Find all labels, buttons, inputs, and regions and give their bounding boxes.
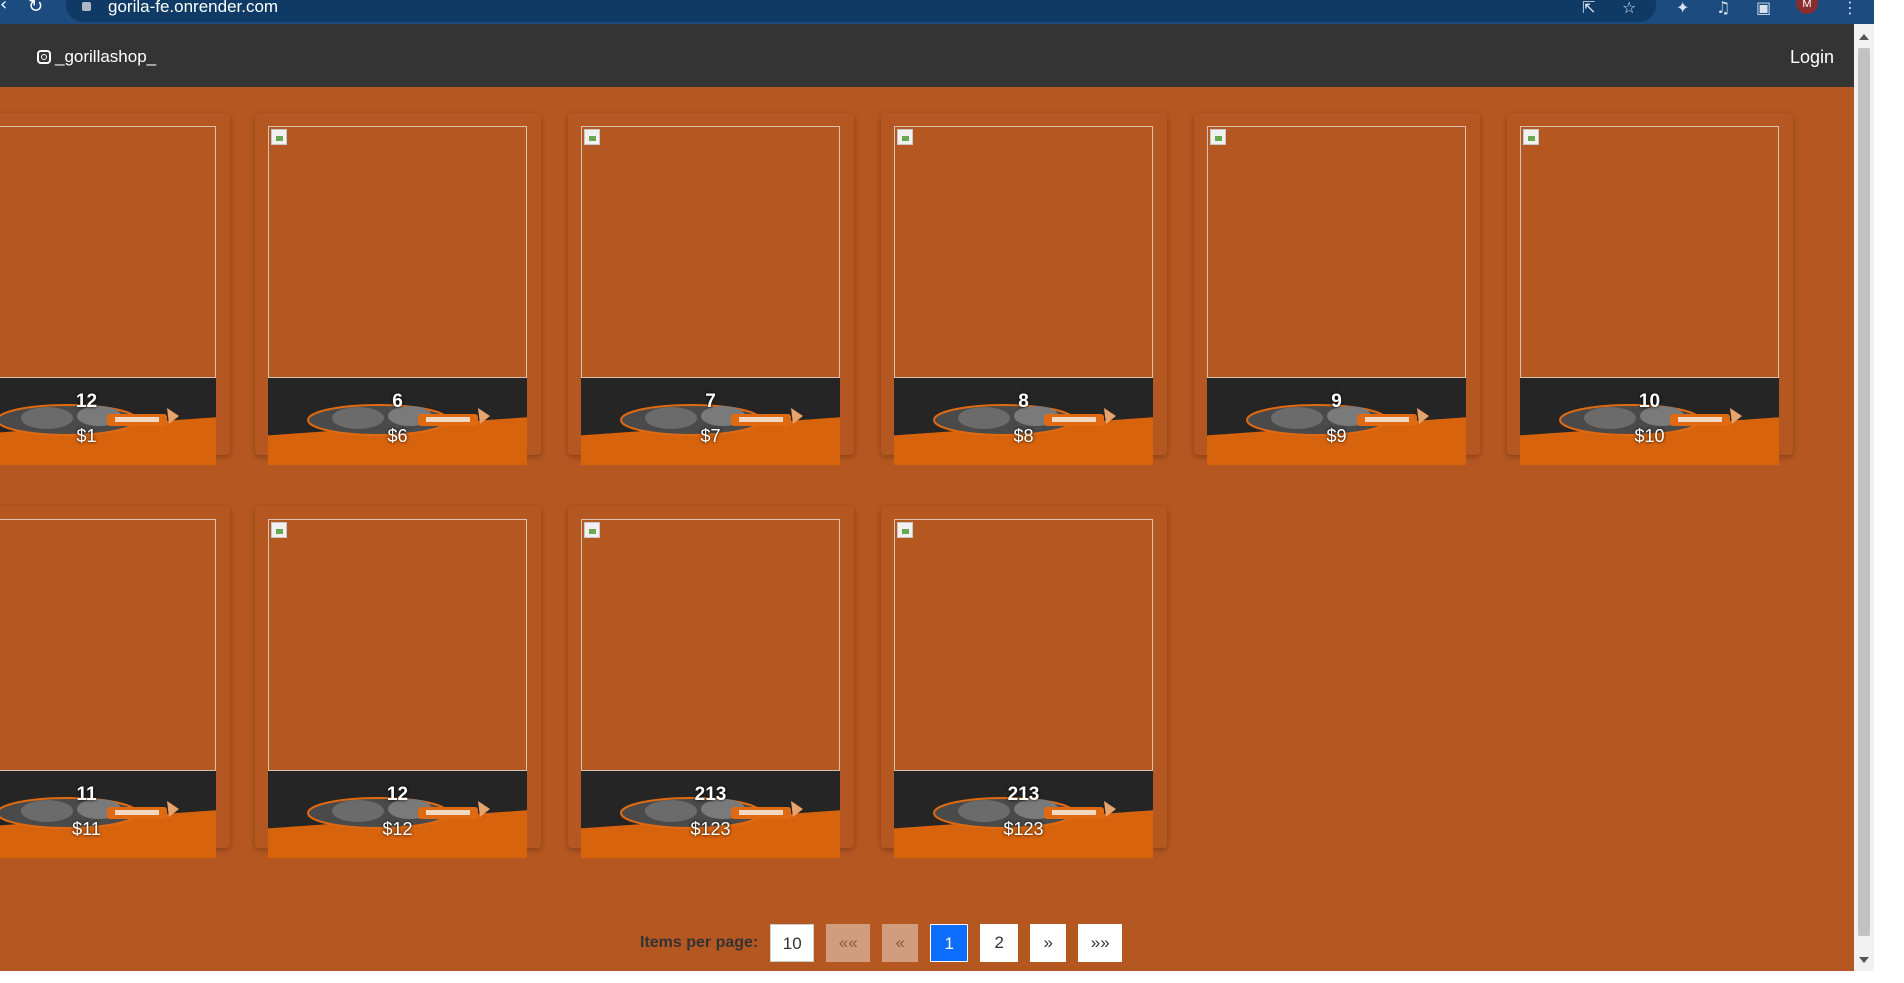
product-name: 6 — [392, 391, 403, 412]
product-price: $9 — [1326, 426, 1347, 446]
url-text: gorila-fe.onrender.com — [108, 0, 279, 16]
first-page-button[interactable]: «« — [826, 924, 871, 962]
instagram-icon — [37, 50, 51, 64]
product-card[interactable]: 12 $12 — [255, 506, 541, 858]
items-per-page-select[interactable]: 10 — [770, 924, 815, 962]
product-name: 213 — [1007, 784, 1040, 805]
pagination: Items per page: 10 «« « 1 2 » »» — [640, 923, 1134, 963]
product-price: $123 — [690, 819, 731, 839]
product-image[interactable] — [1520, 126, 1779, 378]
prev-page-button[interactable]: « — [882, 924, 919, 962]
address-bar[interactable]: gorila-fe.onrender.com — [66, 0, 1656, 22]
product-card[interactable]: 12 $1 — [0, 113, 230, 465]
site-info-icon[interactable] — [82, 2, 91, 11]
product-price: $11 — [72, 819, 101, 839]
login-link[interactable]: Login — [1790, 47, 1834, 68]
next-page-button[interactable]: » — [1030, 924, 1067, 962]
share-icon[interactable]: ⇱ — [1582, 0, 1595, 17]
broken-image-icon — [897, 129, 913, 145]
profile-avatar[interactable]: M — [1796, 0, 1818, 14]
product-price: $7 — [700, 426, 721, 446]
broken-image-icon — [584, 522, 600, 538]
broken-image-icon — [584, 129, 600, 145]
page-scrollbar[interactable] — [1854, 24, 1874, 971]
product-price: $123 — [1003, 819, 1044, 839]
product-image[interactable] — [268, 519, 527, 771]
page-viewport: _gorillashop_ Login 12 $1 6 $6 7 $7 8 $8 9 $9 10 $1… — [0, 24, 1854, 971]
browser-menu-icon[interactable]: ⋮ — [1842, 0, 1858, 17]
bookmark-star-icon[interactable]: ☆ — [1622, 0, 1636, 17]
product-card[interactable]: 7 $7 — [568, 113, 854, 465]
product-image[interactable] — [581, 126, 840, 378]
browser-toolbar: ‹ ↻ gorila-fe.onrender.com ⇱ ☆ ✦ ♫ ▣ M ⋮ — [0, 0, 1874, 24]
product-price: $8 — [1013, 426, 1034, 446]
product-card[interactable]: 11 $11 — [0, 506, 230, 858]
product-price: $1 — [76, 426, 97, 446]
product-name: 11 — [76, 784, 97, 805]
product-name: 12 — [75, 391, 98, 412]
product-price: $10 — [1634, 426, 1665, 446]
product-image[interactable] — [581, 519, 840, 771]
product-image[interactable] — [268, 126, 527, 378]
extensions-icon[interactable]: ✦ — [1676, 0, 1689, 17]
product-name: 9 — [1331, 391, 1342, 412]
page-2-button[interactable]: 2 — [980, 924, 1019, 962]
back-icon[interactable]: ‹ — [0, 0, 7, 15]
scroll-down-icon[interactable] — [1859, 957, 1869, 963]
product-name: 7 — [705, 391, 716, 412]
product-card[interactable]: 213 $123 — [881, 506, 1167, 858]
product-card[interactable]: 8 $8 — [881, 113, 1167, 465]
product-card[interactable]: 6 $6 — [255, 113, 541, 465]
product-image[interactable] — [0, 519, 216, 771]
product-name: 8 — [1018, 391, 1029, 412]
scrollbar-thumb[interactable] — [1858, 48, 1870, 936]
navbar: _gorillashop_ Login — [0, 24, 1854, 87]
product-price: $6 — [387, 426, 408, 446]
product-name: 213 — [694, 784, 727, 805]
side-panel-icon[interactable]: ▣ — [1756, 0, 1771, 17]
product-card[interactable]: 10 $10 — [1507, 113, 1793, 465]
product-image[interactable] — [894, 519, 1153, 771]
items-per-page-label: Items per page: — [640, 934, 759, 951]
product-card[interactable]: 213 $123 — [568, 506, 854, 858]
broken-image-icon — [1523, 129, 1539, 145]
product-name: 10 — [1638, 391, 1661, 412]
page-1-button[interactable]: 1 — [930, 924, 969, 962]
product-image[interactable] — [0, 126, 216, 378]
broken-image-icon — [271, 129, 287, 145]
instagram-link[interactable]: _gorillashop_ — [37, 47, 156, 67]
product-price: $12 — [382, 819, 413, 839]
broken-image-icon — [1210, 129, 1226, 145]
brand-handle: _gorillashop_ — [55, 47, 157, 66]
product-image[interactable] — [1207, 126, 1466, 378]
product-image[interactable] — [894, 126, 1153, 378]
scroll-up-icon[interactable] — [1859, 34, 1869, 40]
product-card[interactable]: 9 $9 — [1194, 113, 1480, 465]
media-icon[interactable]: ♫ — [1716, 0, 1730, 17]
broken-image-icon — [271, 522, 287, 538]
product-name: 12 — [386, 784, 409, 805]
reload-icon[interactable]: ↻ — [28, 0, 43, 17]
broken-image-icon — [897, 522, 913, 538]
last-page-button[interactable]: »» — [1078, 924, 1123, 962]
